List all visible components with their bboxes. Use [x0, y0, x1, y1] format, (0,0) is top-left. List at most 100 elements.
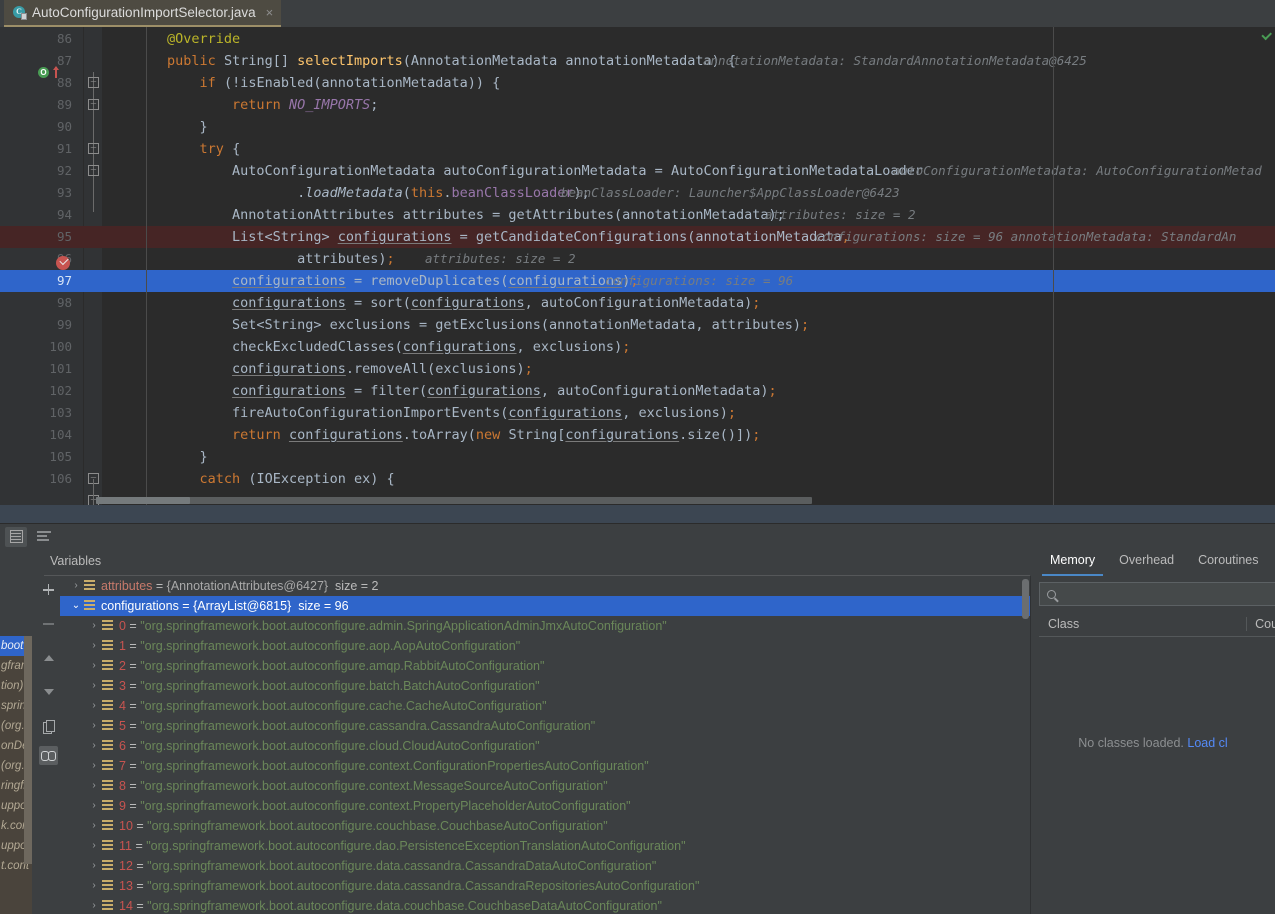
column-header-count[interactable]: Coun — [1246, 617, 1275, 631]
move-down-icon[interactable] — [39, 682, 58, 701]
chevron-right-icon[interactable]: › — [86, 776, 102, 796]
variables-tree[interactable]: › attributes = {AnnotationAttributes@6427… — [60, 576, 1030, 914]
chevron-right-icon[interactable]: › — [68, 576, 84, 596]
variable-row[interactable]: › 3 = "org.springframework.boot.autoconfi… — [60, 676, 1030, 696]
code-line[interactable]: 105 } — [0, 446, 1275, 468]
editor-debugger-splitter[interactable] — [0, 505, 1275, 523]
tab-overhead[interactable]: Overhead — [1107, 549, 1186, 576]
code-line[interactable]: 102 configurations = filter(configuratio… — [0, 380, 1275, 402]
code-line[interactable]: 90 } — [0, 116, 1275, 138]
fold-marker-icon[interactable]: – — [88, 99, 99, 110]
tab-coroutines[interactable]: Coroutines — [1186, 549, 1270, 576]
inspection-ok-icon[interactable] — [1262, 31, 1271, 40]
show-as-table-icon[interactable] — [5, 526, 27, 547]
chevron-right-icon[interactable]: › — [86, 736, 102, 756]
chevron-right-icon[interactable]: › — [86, 816, 102, 836]
code-line[interactable]: 100 checkExcludedClasses(configurations,… — [0, 336, 1275, 358]
inline-debug-hint[interactable]: attributes: size = 2 — [765, 204, 916, 226]
memory-table-header: Class Coun — [1039, 612, 1275, 637]
chevron-down-icon[interactable]: ⌄ — [68, 596, 84, 616]
code-line[interactable]: 95 List<String> configurations = getCand… — [0, 226, 1275, 248]
variable-row[interactable]: › 13 = "org.springframework.boot.autoconf… — [60, 876, 1030, 896]
variable-row[interactable]: › 7 = "org.springframework.boot.autoconfi… — [60, 756, 1030, 776]
editor-horizontal-scrollbar[interactable] — [96, 497, 812, 504]
variables-tab[interactable]: Variables — [50, 554, 101, 568]
memory-search-box[interactable] — [1039, 582, 1275, 606]
add-watch-icon[interactable] — [39, 580, 58, 599]
chevron-right-icon[interactable]: › — [86, 616, 102, 636]
variable-row[interactable]: › 2 = "org.springframework.boot.autoconfi… — [60, 656, 1030, 676]
breakpoint-icon[interactable] — [56, 256, 70, 270]
variable-row[interactable]: › 5 = "org.springframework.boot.autoconfi… — [60, 716, 1030, 736]
close-icon[interactable]: × — [266, 6, 274, 19]
variable-row[interactable]: › 8 = "org.springframework.boot.autoconfi… — [60, 776, 1030, 796]
code-line[interactable]: 91 try { — [0, 138, 1275, 160]
code-line[interactable]: 86 @Override — [0, 28, 1275, 50]
variables-scrollbar[interactable] — [1022, 579, 1029, 619]
variable-row[interactable]: › 9 = "org.springframework.boot.autoconfi… — [60, 796, 1030, 816]
scrollbar-thumb[interactable] — [96, 497, 190, 504]
chevron-right-icon[interactable]: › — [86, 716, 102, 736]
code-line[interactable]: 92 AutoConfigurationMetadata autoConfigu… — [0, 160, 1275, 182]
code-line[interactable]: 98 configurations = sort(configurations,… — [0, 292, 1275, 314]
fold-marker-icon[interactable]: – — [88, 143, 99, 154]
code-line[interactable]: 93 .loadMetadata(this.beanClassLoader); b… — [0, 182, 1275, 204]
variable-row[interactable]: › 12 = "org.springframework.boot.autoconf… — [60, 856, 1030, 876]
frames-scrollbar[interactable] — [24, 636, 32, 864]
variable-row[interactable]: › 0 = "org.springframework.boot.autoconfi… — [60, 616, 1030, 636]
load-classes-link[interactable]: Load cl — [1187, 736, 1227, 750]
override-marker-icon[interactable]: O — [38, 67, 49, 78]
code-line[interactable]: 103 fireAutoConfigurationImportEvents(co… — [0, 402, 1275, 424]
chevron-right-icon[interactable]: › — [86, 876, 102, 896]
variable-row[interactable]: › 1 = "org.springframework.boot.autoconfi… — [60, 636, 1030, 656]
sort-values-icon[interactable] — [33, 527, 55, 547]
code-line[interactable]: 106 catch (IOException ex) { — [0, 468, 1275, 490]
chevron-right-icon[interactable]: › — [86, 836, 102, 856]
code-line[interactable]: 97 configurations = removeDuplicates(con… — [0, 270, 1275, 292]
filter-icon[interactable] — [8, 598, 28, 618]
code-line[interactable]: 104 return configurations.toArray(new St… — [0, 424, 1275, 446]
code-line[interactable]: 88 if (!isEnabled(annotationMetadata)) { — [0, 72, 1275, 94]
inline-debug-hint[interactable]: attributes: size = 2 — [425, 248, 576, 270]
variable-row[interactable]: › 14 = "org.springframework.boot.autoconf… — [60, 896, 1030, 914]
chevron-right-icon[interactable]: › — [86, 796, 102, 816]
code-line[interactable]: 89 return NO_IMPORTS; — [0, 94, 1275, 116]
chevron-right-icon[interactable]: › — [86, 696, 102, 716]
chevron-right-icon[interactable]: › — [86, 636, 102, 656]
editor-tab-label: AutoConfigurationImportSelector.java — [32, 5, 256, 20]
variable-row[interactable]: › attributes = {AnnotationAttributes@6427… — [60, 576, 1030, 596]
copy-value-icon[interactable] — [39, 716, 58, 735]
memory-search-input[interactable] — [1062, 587, 1252, 601]
code-line[interactable]: 96 attributes);attributes: size = 2 — [0, 248, 1275, 270]
tab-memory[interactable]: Memory — [1038, 549, 1107, 576]
chevron-right-icon[interactable]: › — [86, 756, 102, 776]
inline-debug-hint[interactable]: configurations: size = 96 — [605, 270, 793, 292]
fold-marker-icon[interactable]: – — [88, 77, 99, 88]
variable-row[interactable]: › 10 = "org.springframework.boot.autoconf… — [60, 816, 1030, 836]
variable-row[interactable]: › 11 = "org.springframework.boot.autoconf… — [60, 836, 1030, 856]
collection-icon — [102, 900, 115, 911]
override-arrow-icon[interactable] — [52, 65, 60, 78]
variable-row[interactable]: › 6 = "org.springframework.boot.autoconfi… — [60, 736, 1030, 756]
chevron-right-icon[interactable]: › — [86, 856, 102, 876]
column-header-class[interactable]: Class — [1039, 617, 1079, 631]
code-line[interactable]: 94 AnnotationAttributes attributes = get… — [0, 204, 1275, 226]
remove-watch-icon[interactable] — [39, 614, 58, 633]
chevron-right-icon[interactable]: › — [86, 656, 102, 676]
inline-debug-hint[interactable]: configurations: size = 96 annotationMeta… — [815, 226, 1236, 248]
variable-row[interactable]: ⌄ configurations = {ArrayList@6815} size … — [60, 596, 1030, 616]
inline-debug-hint[interactable]: beanClassLoader: Launcher$AppClassLoader… — [561, 182, 900, 204]
inline-debug-hint[interactable]: annotationMetadata: StandardAnnotationMe… — [703, 50, 1087, 72]
code-line[interactable]: 99 Set<String> exclusions = getExclusion… — [0, 314, 1275, 336]
chevron-right-icon[interactable]: › — [86, 676, 102, 696]
editor-tab[interactable]: C AutoConfigurationImportSelector.java × — [4, 0, 282, 27]
code-line[interactable]: 101 configurations.removeAll(exclusions)… — [0, 358, 1275, 380]
code-line[interactable]: 87 public String[] selectImports(Annotat… — [0, 50, 1275, 72]
variable-row[interactable]: › 4 = "org.springframework.boot.autoconfi… — [60, 696, 1030, 716]
inspect-icon[interactable] — [39, 746, 58, 765]
code-editor[interactable]: 86 @Override 87 public String[] selectImp… — [0, 27, 1275, 505]
move-up-icon[interactable] — [39, 648, 58, 667]
fold-marker-icon[interactable]: – — [88, 165, 99, 176]
inline-debug-hint[interactable]: autoConfigurationMetadata: AutoConfigura… — [893, 160, 1262, 182]
chevron-right-icon[interactable]: › — [86, 896, 102, 914]
